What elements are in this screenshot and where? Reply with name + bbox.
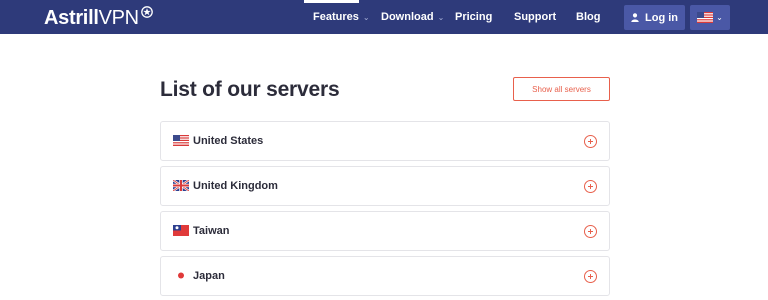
server-row-united-states[interactable]: United States xyxy=(160,121,610,161)
page-title: List of our servers xyxy=(160,78,340,101)
server-country-name: Japan xyxy=(193,270,225,282)
expand-plus-icon[interactable] xyxy=(584,270,597,283)
nav-label-features: Features xyxy=(313,11,359,23)
server-country-name: United Kingdom xyxy=(193,180,278,192)
server-country-name: United States xyxy=(193,135,264,147)
chevron-down-icon: ⌄ xyxy=(716,13,723,22)
uk-flag-icon xyxy=(173,180,189,191)
login-button[interactable]: Log in xyxy=(624,5,685,30)
star-badge-icon xyxy=(140,6,153,18)
server-country-name: Taiwan xyxy=(193,225,230,237)
tw-flag-icon xyxy=(173,225,189,236)
server-row-united-kingdom[interactable]: United Kingdom xyxy=(160,166,610,206)
expand-plus-icon[interactable] xyxy=(584,225,597,238)
logo-text-light: VPN xyxy=(98,6,140,29)
chevron-down-icon: ⌄ xyxy=(437,12,445,22)
nav-label-pricing: Pricing xyxy=(455,11,493,23)
nav-item-support[interactable]: Support xyxy=(514,0,556,34)
astrill-vpn-logo[interactable]: Astrill VPN xyxy=(44,6,153,29)
nav-item-blog[interactable]: Blog xyxy=(576,0,600,34)
expand-plus-icon[interactable] xyxy=(584,180,597,193)
us-flag-icon xyxy=(173,135,189,146)
nav-label-support: Support xyxy=(514,11,557,23)
language-selector[interactable]: ⌄ xyxy=(690,5,730,30)
nav-item-download[interactable]: Download ⌄ xyxy=(381,0,444,34)
jp-flag-icon xyxy=(173,270,189,281)
nav-item-pricing[interactable]: Pricing xyxy=(455,0,492,34)
user-icon xyxy=(631,13,639,22)
us-flag-icon xyxy=(697,12,714,23)
nav-item-features[interactable]: Features ⌄ xyxy=(313,0,370,34)
login-label: Log in xyxy=(645,11,678,24)
chevron-down-icon: ⌄ xyxy=(362,12,370,22)
logo-text-bold: Astrill xyxy=(44,6,99,29)
server-row-taiwan[interactable]: Taiwan xyxy=(160,211,610,251)
server-row-japan[interactable]: Japan xyxy=(160,256,610,296)
top-navigation-bar: Astrill VPN Features ⌄ Download ⌄ Pricing S… xyxy=(0,0,768,34)
nav-label-download: Download xyxy=(381,11,434,23)
show-all-servers-button[interactable]: Show all servers xyxy=(513,77,610,101)
expand-plus-icon[interactable] xyxy=(584,135,597,148)
nav-label-blog: Blog xyxy=(576,11,601,23)
